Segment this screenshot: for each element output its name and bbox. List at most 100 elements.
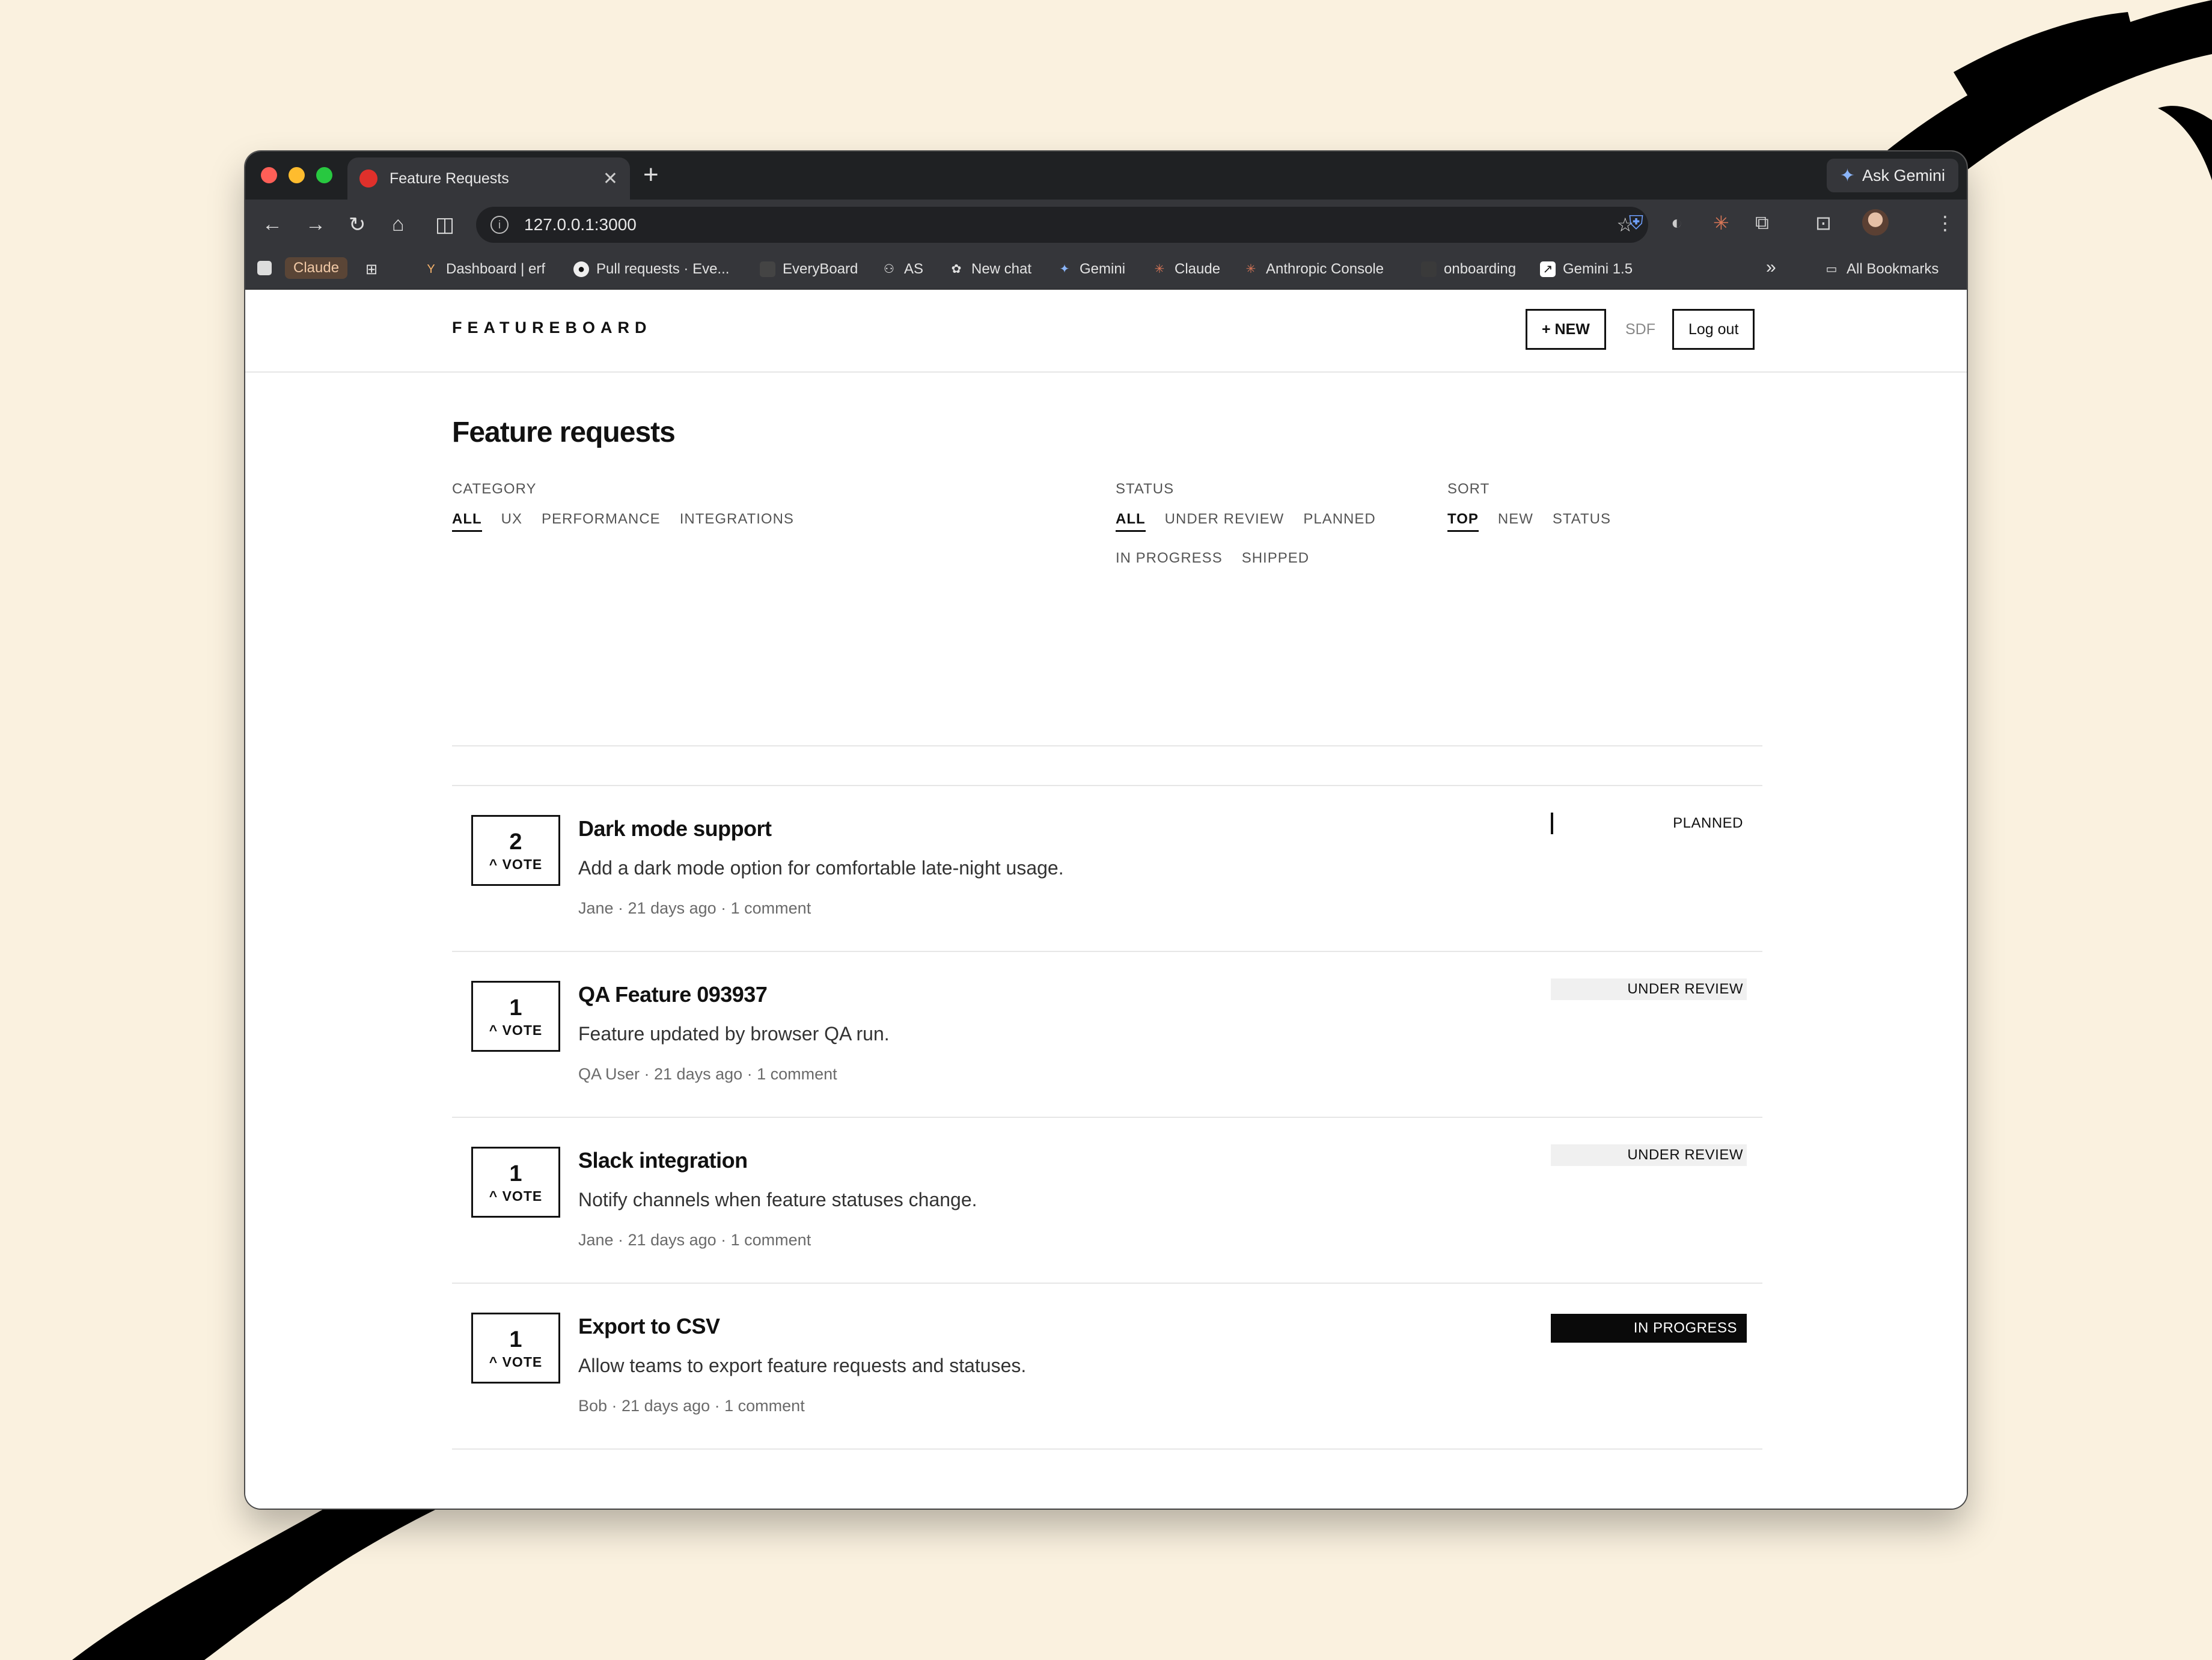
- status-option-in-progress[interactable]: IN PROGRESS: [1116, 550, 1223, 569]
- window-controls: [261, 167, 332, 183]
- sort-filter-label: SORT: [1447, 481, 1490, 497]
- status-option-shipped[interactable]: SHIPPED: [1242, 550, 1309, 569]
- bookmark-as[interactable]: ⚇ AS: [881, 261, 923, 278]
- openai-icon: ✿: [951, 263, 962, 276]
- category-option-all[interactable]: ALL: [452, 511, 482, 532]
- status-option-under-review[interactable]: UNDER REVIEW: [1165, 511, 1285, 532]
- vote-label: ^ VOTE: [489, 856, 543, 872]
- new-tab-button[interactable]: +: [643, 160, 659, 190]
- feature-request-item[interactable]: 1 ^ VOTE Slack integration Notify channe…: [452, 1118, 1762, 1284]
- vote-button[interactable]: 1 ^ VOTE: [471, 1147, 560, 1218]
- feature-request-item[interactable]: 1 ^ VOTE QA Feature 093937 Feature updat…: [452, 952, 1762, 1118]
- status-badge: UNDER REVIEW: [1551, 978, 1747, 1000]
- logout-button[interactable]: Log out: [1672, 309, 1755, 350]
- tab-search-icon[interactable]: ⊡: [1815, 212, 1832, 234]
- vote-label: ^ VOTE: [489, 1188, 543, 1204]
- category-option-ux[interactable]: UX: [501, 511, 522, 532]
- extension-circle-icon[interactable]: ◐: [1671, 212, 1682, 234]
- bookmark-pull-requests[interactable]: ● Pull requests · Eve...: [573, 261, 729, 278]
- home-icon[interactable]: ⌂: [392, 213, 405, 236]
- apps-grid-icon[interactable]: ⊞: [365, 261, 377, 278]
- sort-option-status[interactable]: STATUS: [1553, 511, 1611, 532]
- ask-gemini-label: Ask Gemini: [1862, 166, 1945, 185]
- status-filter: STATUS ALL UNDER REVIEW PLANNED IN PROGR…: [1116, 481, 1392, 569]
- gemini-icon: ✦: [1059, 263, 1070, 276]
- reload-icon[interactable]: ↻: [349, 213, 366, 237]
- feature-request-item[interactable]: 2 ^ VOTE Dark mode support Add a dark mo…: [452, 786, 1762, 952]
- status-option-all[interactable]: ALL: [1116, 511, 1146, 532]
- address-bar[interactable]: i 127.0.0.1:3000 ☆: [476, 207, 1648, 243]
- status-badge: IN PROGRESS: [1551, 1314, 1747, 1343]
- ask-gemini-button[interactable]: ✦ Ask Gemini: [1826, 159, 1958, 192]
- folder-icon: [1421, 261, 1437, 277]
- feature-request-item[interactable]: 1 ^ VOTE Export to CSV Allow teams to ex…: [452, 1284, 1762, 1450]
- extensions-puzzle-icon[interactable]: ⧉: [1755, 212, 1769, 234]
- tab-feature-requests[interactable]: Feature Requests ✕: [347, 157, 630, 200]
- new-request-button[interactable]: + NEW: [1526, 309, 1606, 350]
- filters-divider: [452, 745, 1762, 746]
- category-option-performance[interactable]: PERFORMANCE: [542, 511, 661, 532]
- split-view-icon[interactable]: ◫: [435, 213, 454, 237]
- people-icon: ⚇: [884, 263, 894, 276]
- url-text: 127.0.0.1:3000: [524, 215, 637, 234]
- favicon-icon: [359, 169, 377, 188]
- close-window-button[interactable]: [261, 167, 277, 183]
- request-description: Notify channels when feature statuses ch…: [578, 1189, 977, 1210]
- bookmark-claude[interactable]: ✳ Claude: [1152, 261, 1220, 278]
- anthropic-icon: ✳: [1245, 263, 1256, 276]
- vote-button[interactable]: 1 ^ VOTE: [471, 1313, 560, 1384]
- status-filter-label: STATUS: [1116, 481, 1175, 497]
- request-title[interactable]: Export to CSV: [578, 1314, 720, 1339]
- bookmark-everyboard[interactable]: EveryBoard: [760, 261, 858, 278]
- folder-outline-icon: ▭: [1826, 263, 1838, 276]
- request-title[interactable]: Slack integration: [578, 1148, 748, 1173]
- sort-filter: SORT TOP NEW STATUS: [1447, 481, 1611, 532]
- request-title[interactable]: QA Feature 093937: [578, 982, 768, 1007]
- bookmark-dashboard[interactable]: Y Dashboard | erf: [423, 261, 545, 278]
- site-info-icon[interactable]: i: [490, 216, 509, 234]
- back-arrow-icon[interactable]: ←: [262, 213, 283, 236]
- tab-strip: Feature Requests ✕ + ✦ Ask Gemini: [245, 151, 1967, 200]
- request-meta: Jane · 21 days ago · 1 comment: [578, 1231, 811, 1249]
- vote-button[interactable]: 1 ^ VOTE: [471, 981, 560, 1052]
- forward-arrow-icon[interactable]: →: [305, 213, 326, 236]
- bookmark-gemini[interactable]: ✦ Gemini: [1057, 261, 1125, 278]
- all-bookmarks[interactable]: ▭ All Bookmarks: [1824, 261, 1939, 278]
- external-icon: ↗: [1540, 261, 1556, 277]
- category-filter: CATEGORY ALL UX PERFORMANCE INTEGRATIONS: [452, 481, 794, 532]
- sort-option-new[interactable]: NEW: [1498, 511, 1533, 532]
- vote-label: ^ VOTE: [489, 1022, 543, 1038]
- sort-option-top[interactable]: TOP: [1447, 511, 1479, 532]
- category-option-integrations[interactable]: INTEGRATIONS: [680, 511, 794, 532]
- tab-title: Feature Requests: [390, 169, 509, 187]
- bookmarks-overflow-icon[interactable]: »: [1766, 257, 1776, 278]
- browser-window: Feature Requests ✕ + ✦ Ask Gemini ← → ↻ …: [245, 151, 1967, 1509]
- status-option-planned[interactable]: PLANNED: [1303, 511, 1375, 532]
- maximize-window-button[interactable]: [316, 167, 332, 183]
- bookmark-anthropic-console[interactable]: ✳ Anthropic Console: [1243, 261, 1384, 278]
- vote-count: 1: [509, 995, 522, 1021]
- browser-menu-icon[interactable]: ⋮: [1936, 212, 1955, 234]
- vote-label: ^ VOTE: [489, 1353, 543, 1370]
- current-user: SDF: [1625, 321, 1655, 338]
- tab-close-icon[interactable]: ✕: [603, 168, 618, 189]
- request-description: Allow teams to export feature requests a…: [578, 1355, 1027, 1376]
- claude-extension-icon[interactable]: ✳: [1713, 212, 1729, 234]
- bookmark-square-icon[interactable]: [257, 261, 272, 275]
- vote-count: 2: [509, 829, 522, 855]
- profile-avatar[interactable]: [1862, 209, 1889, 236]
- extension-badge-icon[interactable]: ⛨: [1629, 212, 1643, 234]
- bookmark-new-chat[interactable]: ✿ New chat: [949, 261, 1031, 278]
- bookmark-gemini-15[interactable]: ↗ Gemini 1.5: [1540, 261, 1633, 278]
- page-title: Feature requests: [452, 417, 676, 448]
- bookmarks-bar: Claude ⊞ Y Dashboard | erf ● Pull requests…: [245, 250, 1967, 290]
- vote-button[interactable]: 2 ^ VOTE: [471, 815, 560, 886]
- minimize-window-button[interactable]: [289, 167, 305, 183]
- request-meta: QA User · 21 days ago · 1 comment: [578, 1065, 837, 1083]
- vote-count: 1: [509, 1161, 522, 1186]
- request-title[interactable]: Dark mode support: [578, 816, 772, 841]
- app-header: FEATUREBOARD + NEW SDF Log out: [245, 290, 1967, 373]
- bookmark-onboarding[interactable]: onboarding: [1421, 261, 1516, 278]
- bookmark-claude-pill[interactable]: Claude: [285, 257, 348, 279]
- brand-logo[interactable]: FEATUREBOARD: [452, 319, 652, 337]
